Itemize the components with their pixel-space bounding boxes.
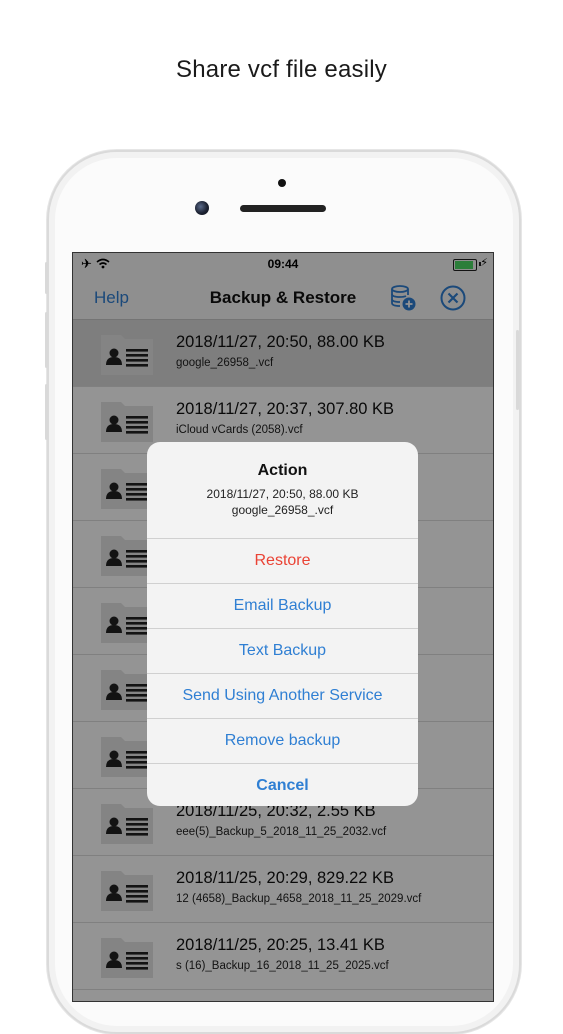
phone-front-camera (195, 201, 209, 215)
text-backup-button[interactable]: Text Backup (147, 629, 418, 674)
action-sheet-title: Action (257, 462, 308, 479)
phone-power-button (516, 330, 519, 410)
phone-volume-up (45, 312, 48, 368)
action-sheet-message-line2: google_26958_.vcf (231, 503, 334, 517)
email-backup-button[interactable]: Email Backup (147, 584, 418, 629)
phone-earpiece (240, 205, 326, 212)
promo-caption: Share vcf file easily (176, 56, 387, 83)
action-sheet-message-line1: 2018/11/27, 20:50, 88.00 KB (206, 487, 359, 501)
action-sheet-message: 2018/11/27, 20:50, 88.00 KB google_26958… (147, 486, 418, 518)
app-screen: ✈ 09:44 ⚡ Help Backup & Restore 2018/11/… (72, 252, 494, 1002)
remove-backup-button[interactable]: Remove backup (147, 719, 418, 764)
action-sheet-header: Action 2018/11/27, 20:50, 88.00 KB googl… (147, 442, 418, 539)
restore-button[interactable]: Restore (147, 539, 418, 584)
phone-side-button (45, 262, 48, 294)
cancel-button[interactable]: Cancel (147, 764, 418, 806)
send-another-service-button[interactable]: Send Using Another Service (147, 674, 418, 719)
phone-volume-down (45, 384, 48, 440)
action-sheet: Action 2018/11/27, 20:50, 88.00 KB googl… (147, 442, 418, 806)
phone-proximity-sensor (278, 179, 286, 187)
